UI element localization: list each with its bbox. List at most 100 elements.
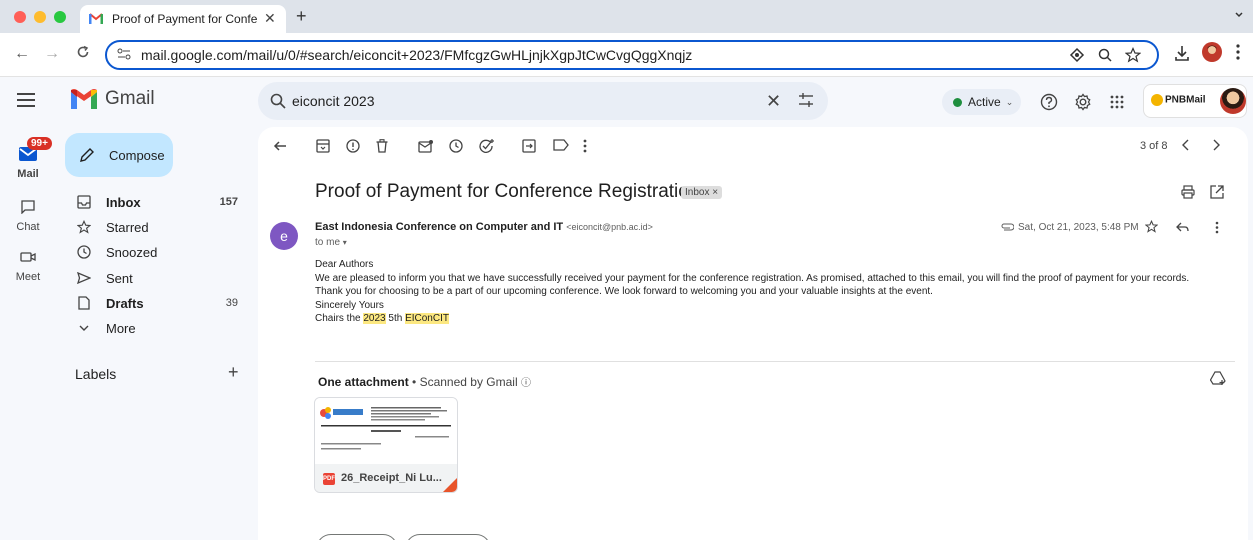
delete-icon[interactable]: [376, 139, 388, 153]
meet-icon: [12, 245, 44, 269]
download-icon[interactable]: [1174, 44, 1190, 62]
nav-item-sent[interactable]: Sent: [64, 266, 256, 290]
body-paragraph: We are pleased to inform you that we hav…: [315, 272, 1190, 284]
archive-icon[interactable]: [316, 139, 330, 153]
nav-item-inbox[interactable]: Inbox 157: [64, 190, 256, 214]
sender-name[interactable]: East Indonesia Conference on Computer an…: [315, 221, 563, 233]
nav-item-count: 39: [225, 297, 238, 309]
bookmark-star-icon[interactable]: [1125, 47, 1141, 63]
profile-avatar[interactable]: [1202, 42, 1222, 62]
rail-meet-label: Meet: [15, 271, 41, 283]
new-tab-icon[interactable]: +: [296, 6, 307, 27]
compose-label: Compose: [109, 147, 165, 163]
message-pane: 3 of 8 Proof of Payment for Conference R…: [258, 127, 1248, 540]
move-to-icon[interactable]: [522, 139, 536, 153]
tab-search-icon[interactable]: [1234, 9, 1244, 19]
nav-item-drafts[interactable]: Drafts 39: [64, 291, 256, 315]
signature-prefix: Chairs the: [315, 313, 364, 324]
rail-chat[interactable]: Chat: [0, 195, 56, 233]
email-subject: Proof of Payment for Conference Registra…: [315, 181, 700, 202]
browser-menu-icon[interactable]: [1236, 44, 1240, 60]
search-bar[interactable]: eiconcit 2023 ✕: [258, 82, 828, 120]
nav-item-label: Sent: [106, 270, 133, 286]
account-switcher[interactable]: PNBMail: [1143, 84, 1247, 118]
attachment-footer: PDF 26_Receipt_Ni Lu...: [315, 464, 457, 492]
pdf-icon: PDF: [323, 473, 335, 485]
divider: [315, 361, 1235, 362]
email-body: Dear Authors We are pleased to inform yo…: [315, 258, 1235, 326]
address-bar[interactable]: mail.google.com/mail/u/0/#search/eiconci…: [105, 40, 1159, 70]
compose-button[interactable]: Compose: [65, 133, 173, 177]
more-options-icon[interactable]: [583, 139, 587, 153]
minimize-window-button[interactable]: [34, 11, 46, 23]
open-new-window-icon[interactable]: [1210, 185, 1224, 199]
close-window-button[interactable]: [14, 11, 26, 23]
close-tab-icon[interactable]: ✕: [264, 10, 276, 27]
status-dropdown[interactable]: Active ⌄: [942, 89, 1021, 115]
attachment-card[interactable]: PDF 26_Receipt_Ni Lu...: [314, 397, 458, 493]
print-icon[interactable]: [1181, 185, 1195, 199]
message-more-icon[interactable]: [1215, 221, 1219, 234]
body-paragraph: Thank you for choosing to be a part of o…: [315, 286, 933, 297]
reply-icon[interactable]: [1176, 222, 1189, 233]
url-text: mail.google.com/mail/u/0/#search/eiconci…: [141, 47, 693, 63]
chevron-left-icon[interactable]: [1182, 139, 1190, 151]
help-icon[interactable]: [1040, 93, 1058, 111]
add-label-icon[interactable]: +: [228, 362, 239, 383]
label-icon[interactable]: [553, 139, 569, 151]
browser-toolbar: ← → mail.google.com/mail/u/0/#search/eic…: [0, 33, 1253, 77]
report-spam-icon[interactable]: [346, 139, 360, 153]
back-to-search-icon[interactable]: [273, 139, 287, 153]
forward-arrow-icon[interactable]: →: [44, 45, 60, 63]
search-highlight: 2023: [363, 313, 386, 324]
snooze-icon[interactable]: [449, 139, 463, 153]
search-input[interactable]: eiconcit 2023: [292, 93, 375, 109]
zoom-icon[interactable]: [1097, 47, 1113, 63]
inbox-label-chip[interactable]: Inbox ×: [681, 186, 723, 199]
maximize-window-button[interactable]: [54, 11, 66, 23]
chevron-right-icon[interactable]: [1212, 139, 1220, 151]
mark-unread-icon[interactable]: [418, 139, 434, 153]
main-menu-icon[interactable]: [17, 93, 37, 107]
apps-grid-icon[interactable]: [1110, 95, 1124, 109]
unread-badge: 99+: [27, 137, 52, 150]
caret-down-icon: ▾: [342, 238, 347, 247]
gmail-m-icon: [71, 89, 97, 109]
forward-button[interactable]: [405, 534, 491, 540]
nav-item-starred[interactable]: Starred: [64, 215, 256, 239]
recipient-label: to me: [315, 237, 341, 248]
lens-icon[interactable]: [1069, 47, 1085, 63]
receipt-thumbnail: [320, 407, 451, 450]
draft-icon: [76, 296, 92, 310]
rail-meet[interactable]: Meet: [0, 245, 56, 283]
back-arrow-icon[interactable]: ←: [14, 45, 30, 63]
reload-icon[interactable]: [76, 45, 90, 59]
search-options-icon[interactable]: [798, 93, 814, 107]
settings-gear-icon[interactable]: [1074, 93, 1092, 111]
body-signature: Chairs the 2023 5th EIConCIT: [315, 312, 1235, 326]
site-info-icon[interactable]: [117, 48, 131, 60]
browser-tab[interactable]: Proof of Payment for Confere ✕: [80, 5, 286, 33]
search-icon[interactable]: [270, 93, 286, 109]
nav-item-more[interactable]: More: [64, 316, 256, 340]
info-icon[interactable]: ⓘ: [521, 378, 531, 389]
attachment-filename: 26_Receipt_Ni Lu...: [341, 472, 442, 484]
reply-button[interactable]: [316, 534, 398, 540]
signature-middle: 5th: [385, 313, 406, 324]
scan-status: Scanned by Gmail: [419, 375, 518, 389]
nav-item-label: More: [106, 320, 136, 336]
tab-title: Proof of Payment for Confere: [112, 12, 257, 26]
add-to-drive-icon[interactable]: [1210, 371, 1226, 385]
star-icon[interactable]: [1145, 220, 1158, 233]
nav-item-snoozed[interactable]: Snoozed: [64, 240, 256, 264]
nav-item-count: 157: [219, 196, 238, 208]
clear-search-icon[interactable]: ✕: [766, 91, 781, 112]
account-avatar[interactable]: [1220, 88, 1246, 114]
recipient-details[interactable]: to me ▾: [315, 237, 347, 248]
search-highlight: EIConCIT: [405, 313, 449, 324]
add-task-icon[interactable]: [479, 139, 495, 153]
attachment-preview: [315, 398, 457, 464]
pencil-icon: [80, 148, 94, 162]
chat-icon: [12, 195, 44, 219]
gmail-logo[interactable]: Gmail: [71, 88, 155, 110]
